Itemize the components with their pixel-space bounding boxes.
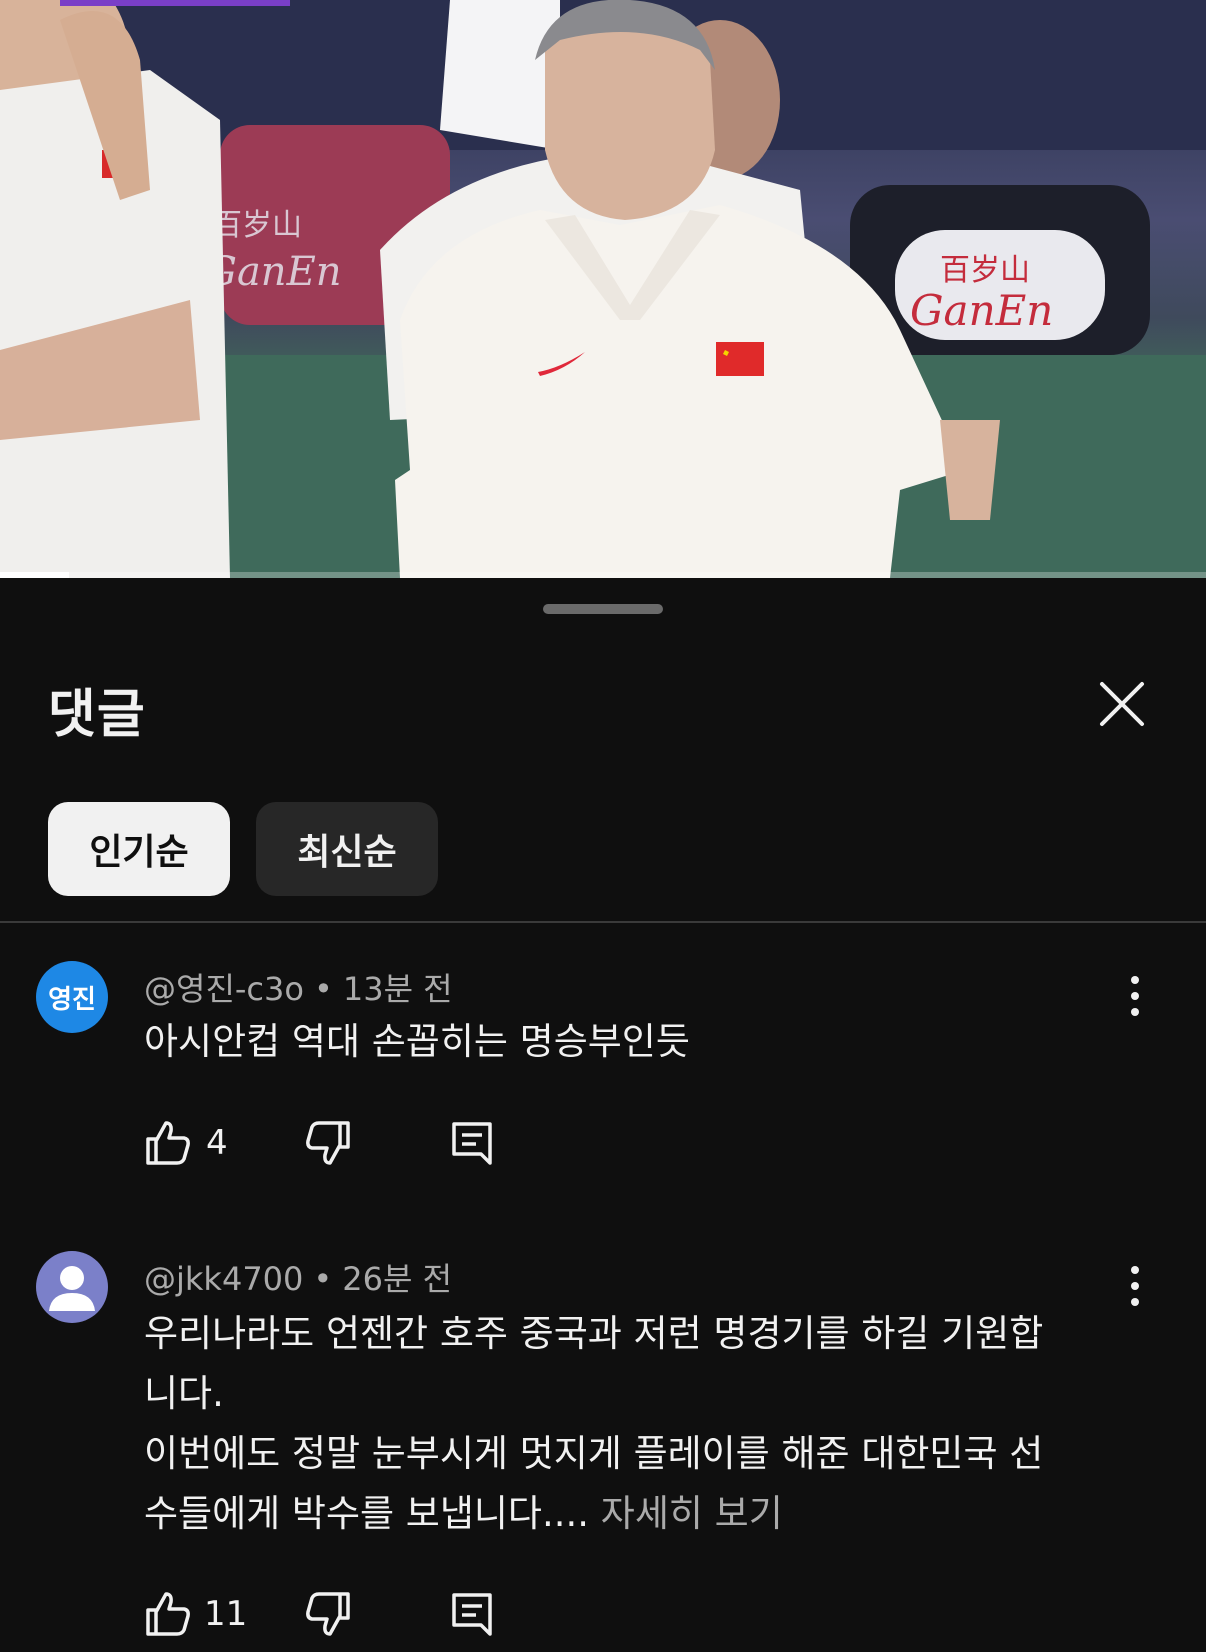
comments-sheet: 댓글 인기순 최신순 영진 @영진-c3o • 13분 전 아시안컵 역대 손꼽히는… [0,578,1206,1652]
avatar[interactable] [36,1251,108,1323]
video-player[interactable]: 百岁山 GanEn 百岁山 GanEn [0,0,1206,578]
sort-chips: 인기순 최신순 [48,802,438,896]
like-count: 4 [206,1123,228,1163]
close-button[interactable] [1096,678,1148,730]
sort-chip-popular[interactable]: 인기순 [48,802,230,896]
comment-text: 우리나라도 언젠간 호주 중국과 저런 명경기를 하길 기원합 니다. 이번에도… [144,1304,1104,1544]
svg-text:百岁山: 百岁山 [212,208,302,243]
comment-meta: @영진-c3o • 13분 전 [144,964,453,1010]
meta-separator: • [313,970,333,1008]
comment-time[interactable]: 26분 전 [342,1260,452,1298]
comment-actions: 4 [144,1119,564,1175]
comment-line: 우리나라도 언젠간 호주 중국과 저런 명경기를 하길 기원합 [144,1312,1044,1355]
svg-text:GanEn: GanEn [910,286,1053,335]
comment-line: 수들에게 박수를 보냅니다.... [144,1492,590,1535]
svg-text:GanEn: GanEn [205,249,342,295]
sheet-title: 댓글 [48,685,146,745]
comment-line: 아시안컵 역대 손꼽히는 명승부인듯 [144,1020,690,1063]
read-more-link[interactable]: 자세히 보기 [601,1492,783,1535]
divider [0,921,1206,923]
comment-line: 니다. [144,1372,224,1415]
comment-line-last: 수들에게 박수를 보냅니다.... 자세히 보기 [144,1484,1104,1544]
comment-line: 이번에도 정말 눈부시게 멋지게 플레이를 해준 대한민국 선 [144,1432,1044,1475]
comment-author[interactable]: @jkk4700 [144,1260,303,1298]
comment-meta: @jkk4700 • 26분 전 [144,1254,452,1300]
avatar[interactable]: 영진 [36,961,108,1033]
person-icon [49,1266,95,1311]
meta-separator: • [313,1260,333,1298]
comment-time[interactable]: 13분 전 [343,970,453,1008]
thumbs-up-icon[interactable] [144,1590,192,1638]
comment-actions: 11 [144,1590,564,1646]
svg-text:百岁山: 百岁山 [940,253,1030,288]
comment-options-button[interactable] [1120,971,1150,1021]
thumbs-down-icon[interactable] [304,1590,352,1638]
drag-handle[interactable] [543,604,663,614]
reply-icon[interactable] [448,1590,496,1638]
video-frame: 百岁山 GanEn 百岁山 GanEn [0,0,1206,578]
avatar-initials: 영진 [48,984,96,1015]
thumbs-down-icon[interactable] [304,1119,352,1167]
app-root: 百岁山 GanEn 百岁山 GanEn 댓글 인기순 최신순 영진 @영진-c3… [0,0,1206,1652]
close-icon [1100,682,1144,726]
sort-chip-newest[interactable]: 최신순 [256,802,438,896]
more-vert-icon [1131,976,1139,1016]
comment-options-button[interactable] [1120,1261,1150,1311]
reply-icon[interactable] [448,1119,496,1167]
thumbs-up-icon[interactable] [144,1119,192,1167]
comment-author[interactable]: @영진-c3o [144,970,304,1008]
like-count: 11 [204,1594,248,1634]
more-vert-icon [1131,1266,1139,1306]
comment-text: 아시안컵 역대 손꼽히는 명승부인듯 [144,1012,1104,1072]
